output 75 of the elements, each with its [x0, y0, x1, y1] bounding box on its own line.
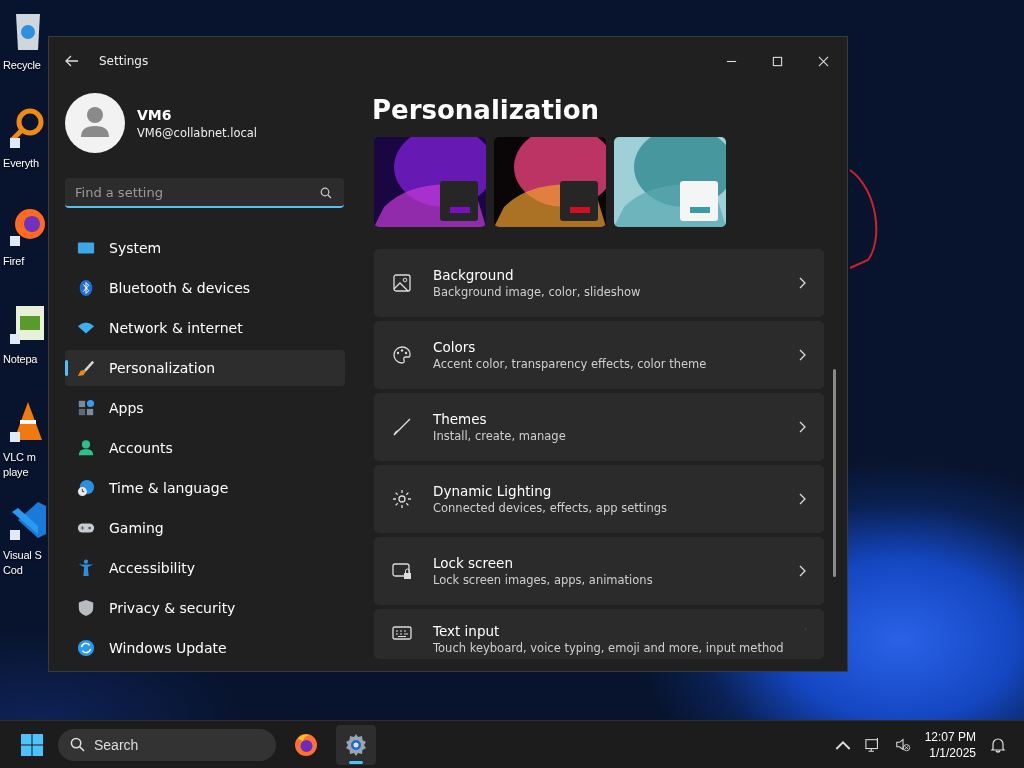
avatar-icon[interactable]	[65, 93, 125, 153]
card-subtitle: Lock screen images, apps, animations	[433, 573, 654, 587]
nav-item[interactable]: Personalization	[65, 350, 345, 386]
card-subtitle: Background image, color, slideshow	[433, 285, 642, 299]
user-name: VM6	[137, 106, 173, 123]
card-subtitle: Touch keyboard, voice typing, emoji and more, input method	[433, 641, 784, 655]
nav-item[interactable]: Time & language	[65, 470, 345, 506]
card-title: Background	[433, 267, 515, 283]
close-icon[interactable]	[818, 55, 829, 67]
nav-item[interactable]: Apps	[65, 390, 345, 426]
settings-card[interactable]: Background Background image, color, slideshow	[374, 249, 824, 317]
bluetooth-icon	[77, 279, 95, 297]
card-title: Themes	[433, 411, 488, 427]
keyboard-icon	[392, 623, 412, 643]
sun-icon	[392, 489, 412, 509]
desktop-icon-label: Firef	[3, 254, 24, 269]
lock-screen-icon	[392, 561, 412, 581]
clock-time[interactable]: 12:07 PM	[924, 728, 976, 745]
card-subtitle: Connected devices, effects, app settings	[433, 501, 669, 515]
desktop-icon-label: VLC m	[3, 450, 36, 465]
image-icon	[392, 273, 412, 293]
card-subtitle: Accent color, transparency effects, color theme	[433, 357, 708, 371]
card-title: Lock screen	[433, 555, 514, 571]
nav-item[interactable]: Windows Update	[65, 630, 345, 666]
nav-item[interactable]: Privacy & security	[65, 590, 345, 626]
back-arrow-icon[interactable]	[65, 55, 79, 67]
start-icon[interactable]	[20, 732, 44, 757]
accessibility-icon	[77, 559, 95, 577]
browser-icon	[294, 732, 318, 757]
card-title: Dynamic Lighting	[433, 483, 553, 499]
nav-item[interactable]: Bluetooth & devices	[65, 270, 345, 306]
card-title: Colors	[433, 339, 477, 355]
desktop-icon-label: Visual S	[3, 548, 42, 563]
globe-clock-icon	[77, 479, 95, 497]
nav-item[interactable]: Network & internet	[65, 310, 345, 346]
nav-item[interactable]: Gaming	[65, 510, 345, 546]
page-title: Personalization	[372, 95, 601, 125]
nav-item[interactable]: Accessibility	[65, 550, 345, 586]
nav-item[interactable]: Accounts	[65, 430, 345, 466]
sync-icon	[77, 639, 95, 657]
scrollbar[interactable]	[833, 369, 836, 577]
speaker-muted-icon[interactable]	[894, 736, 911, 753]
window-title: Settings	[99, 54, 149, 68]
palette-icon	[392, 345, 412, 365]
taskbar-search-field[interactable]: Search	[58, 728, 276, 761]
settings-card[interactable]: Lock screen Lock screen images, apps, animations	[374, 537, 824, 605]
active-indicator	[349, 760, 363, 764]
nav-item[interactable]: System	[65, 230, 345, 266]
shield-icon	[77, 599, 95, 617]
network-monitor-icon[interactable]	[864, 736, 881, 753]
paintbrush-icon	[77, 359, 95, 377]
selection-indicator	[65, 360, 68, 376]
user-email: VM6@collabnet.local	[137, 125, 258, 140]
gear-icon	[344, 732, 368, 757]
search-icon	[320, 187, 332, 199]
desktop-icon-label: Recycle	[3, 58, 41, 73]
desktop-icon-label: playe	[3, 465, 29, 480]
settings-taskbar-button[interactable]	[336, 724, 376, 765]
settings-card[interactable]: Themes Install, create, manage	[374, 393, 824, 461]
desktop-icon-label: Notepa	[3, 352, 38, 367]
clock-date[interactable]: 1/1/2025	[929, 744, 976, 761]
bell-icon[interactable]	[990, 736, 1006, 753]
brush-icon	[392, 417, 412, 437]
desktop-icon-label: Everyth	[3, 156, 39, 171]
apps-icon	[77, 399, 95, 417]
card-subtitle: Install, create, manage	[433, 429, 567, 443]
settings-search-field[interactable]: Find a setting	[65, 178, 344, 208]
person-icon	[77, 439, 95, 457]
card-title: Text input	[433, 623, 501, 639]
settings-card[interactable]: Dynamic Lighting Connected devices, effects, app settings	[374, 465, 824, 533]
desktop-icon-label: Cod	[3, 563, 23, 578]
maximize-icon[interactable]	[772, 55, 783, 67]
search-icon	[70, 736, 85, 752]
settings-card[interactable]: Colors Accent color, transparency effects, color theme	[374, 321, 824, 389]
settings-card[interactable]: Text input Touch keyboard, voice typing, emoji and more, input method	[374, 609, 824, 659]
